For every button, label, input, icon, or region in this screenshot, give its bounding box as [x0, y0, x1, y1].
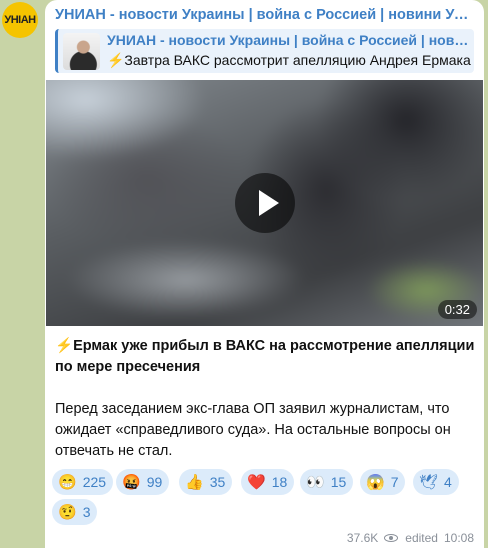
reply-title: УНИАН - новости Украины | война с Россие… — [107, 32, 473, 48]
edited-label: edited — [405, 531, 438, 545]
reaction-heart[interactable]: ❤️ 18 — [241, 469, 295, 495]
reaction-count: 7 — [390, 474, 399, 490]
video-player[interactable]: 0:32 — [46, 80, 483, 326]
eyes-emoji-icon: 👀 — [306, 473, 325, 491]
post-body: Перед заседанием экс-глава ОП заявил жур… — [55, 401, 451, 459]
reaction-count: 4 — [444, 474, 452, 490]
reaction-eyes[interactable]: 👀 15 — [300, 469, 354, 495]
reaction-angry[interactable]: 🤬 99 — [116, 469, 170, 495]
reply-text: ⚡Завтра ВАКС рассмотрит апелляцию Андрея… — [107, 52, 471, 68]
reaction-count: 35 — [209, 474, 226, 490]
grin-emoji-icon: 😁 — [58, 473, 77, 491]
reaction-count: 15 — [330, 474, 347, 490]
view-count: 37.6K — [346, 531, 379, 545]
reaction-dove[interactable]: 🕊 4 — [413, 469, 459, 495]
message-time: 10:08 — [443, 531, 474, 545]
reaction-grin[interactable]: 😁 225 — [52, 469, 114, 495]
post-title: ⚡Ермак уже прибыл в ВАКС на рассмотрение… — [55, 336, 475, 378]
lightning-icon: ⚡ — [55, 338, 74, 354]
message-meta: 37.6K edited 10:08 — [347, 531, 474, 545]
heart-emoji-icon: ❤️ — [247, 473, 266, 491]
channel-avatar[interactable]: УНІАН — [2, 2, 38, 38]
reaction-count: 3 — [82, 504, 91, 520]
reaction-raised-eyebrow[interactable]: 🤨 3 — [52, 499, 98, 525]
channel-name[interactable]: УНИАН - новости Украины | война с Россие… — [55, 7, 473, 23]
message-bubble: УНИАН - новости Украины | война с Россие… — [45, 0, 484, 548]
reaction-count: 99 — [146, 474, 163, 490]
reaction-scream[interactable]: 😱 7 — [360, 469, 406, 495]
play-icon[interactable] — [235, 173, 295, 233]
scream-emoji-icon: 😱 — [366, 473, 385, 491]
reaction-count: 18 — [271, 474, 288, 490]
dove-emoji-icon: 🕊 — [419, 473, 439, 491]
reaction-count: 225 — [82, 474, 107, 490]
reply-thumbnail — [63, 33, 100, 70]
reaction-thumbs-up[interactable]: 👍 35 — [179, 469, 233, 495]
eye-icon — [384, 534, 399, 542]
post-title-text: Ермак уже прибыл в ВАКС на рассмотрение … — [55, 338, 475, 375]
thumbs-up-emoji-icon: 👍 — [185, 473, 204, 491]
angry-emoji-icon: 🤬 — [122, 473, 141, 491]
reply-preview[interactable]: УНИАН - новости Украины | война с Россие… — [55, 29, 474, 73]
video-duration: 0:32 — [437, 300, 477, 319]
raised-eyebrow-emoji-icon: 🤨 — [58, 503, 77, 521]
